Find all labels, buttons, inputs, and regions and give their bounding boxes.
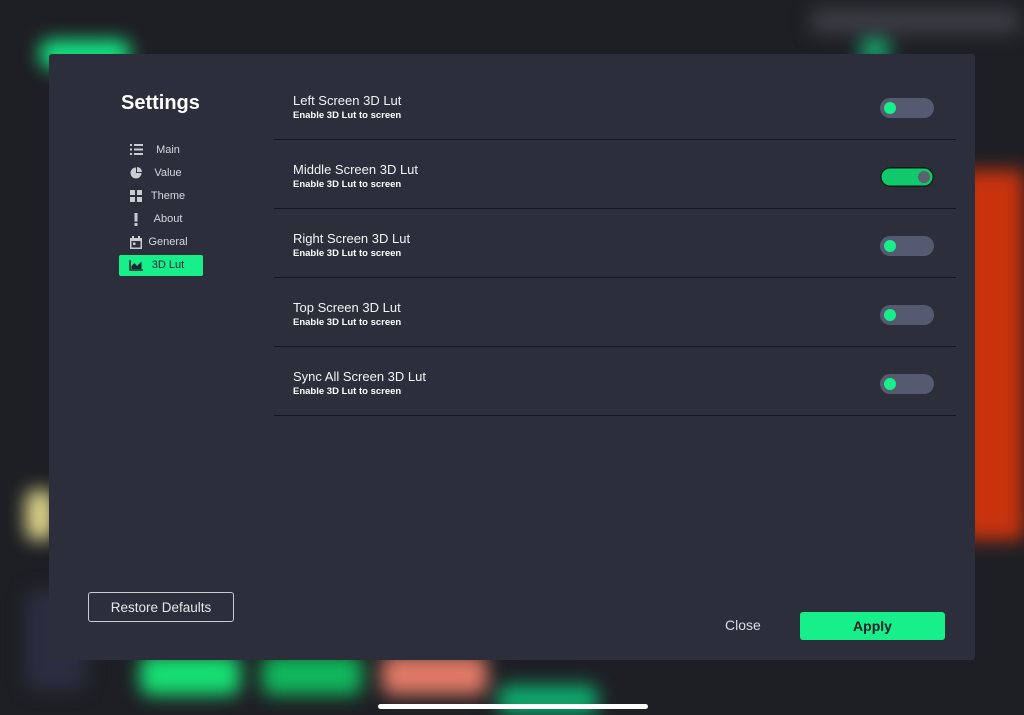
- calendar-icon: [129, 235, 143, 249]
- nav-item-label: 3D Lut: [151, 259, 185, 272]
- nav-item-label: About: [153, 213, 183, 226]
- toggle-knob: [884, 102, 896, 114]
- toggle-knob: [884, 378, 896, 390]
- toggle-knob: [884, 240, 896, 252]
- setting-subtitle: Enable 3D Lut to screen: [293, 317, 402, 328]
- setting-subtitle: Enable 3D Lut to screen: [293, 179, 402, 190]
- nav-item-general[interactable]: General: [119, 232, 203, 253]
- list-icon: [129, 143, 143, 157]
- setting-title: Top Screen 3D Lut: [293, 300, 401, 315]
- setting-title: Middle Screen 3D Lut: [293, 162, 419, 177]
- setting-title: Right Screen 3D Lut: [293, 231, 411, 246]
- pie-chart-icon: [129, 166, 143, 180]
- setting-row-sync-all: Sync All Screen 3D Lut Enable 3D Lut to …: [274, 347, 956, 416]
- home-indicator[interactable]: [378, 704, 648, 709]
- nav-item-value[interactable]: Value: [119, 162, 203, 183]
- nav-item-label: General: [148, 236, 188, 249]
- nav-item-label: Value: [154, 166, 182, 179]
- lut-settings-list: Left Screen 3D Lut Enable 3D Lut to scre…: [274, 71, 956, 416]
- exclamation-icon: [129, 212, 143, 226]
- setting-title: Sync All Screen 3D Lut: [293, 369, 426, 384]
- grid-icon: [129, 189, 143, 203]
- settings-nav: Main Value Theme About General 3D Lut: [119, 139, 203, 278]
- toggle-knob: [918, 171, 930, 183]
- right-screen-lut-toggle[interactable]: [880, 236, 934, 256]
- setting-row-top-screen: Top Screen 3D Lut Enable 3D Lut to scree…: [274, 278, 956, 347]
- left-screen-lut-toggle[interactable]: [880, 98, 934, 118]
- setting-row-left-screen: Left Screen 3D Lut Enable 3D Lut to scre…: [274, 71, 956, 140]
- sync-all-lut-toggle[interactable]: [880, 374, 934, 394]
- settings-title: Settings: [121, 92, 200, 114]
- nav-item-about[interactable]: About: [119, 209, 203, 230]
- close-button[interactable]: Close: [725, 617, 761, 633]
- nav-item-main[interactable]: Main: [119, 139, 203, 160]
- nav-item-label: Theme: [150, 189, 186, 202]
- settings-dialog: Settings Main Value Theme About General …: [49, 54, 975, 660]
- toggle-knob: [884, 309, 896, 321]
- nav-item-label: Main: [156, 143, 180, 156]
- middle-screen-lut-toggle[interactable]: [880, 167, 934, 187]
- top-screen-lut-toggle[interactable]: [880, 305, 934, 325]
- restore-defaults-button[interactable]: Restore Defaults: [88, 592, 234, 622]
- apply-button[interactable]: Apply: [800, 612, 945, 640]
- nav-item-theme[interactable]: Theme: [119, 185, 203, 206]
- setting-subtitle: Enable 3D Lut to screen: [293, 110, 402, 121]
- area-chart-icon: [129, 258, 143, 272]
- nav-item-3d-lut[interactable]: 3D Lut: [119, 254, 203, 276]
- setting-subtitle: Enable 3D Lut to screen: [293, 248, 402, 259]
- setting-subtitle: Enable 3D Lut to screen: [293, 386, 402, 397]
- setting-row-right-screen: Right Screen 3D Lut Enable 3D Lut to scr…: [274, 209, 956, 278]
- setting-title: Left Screen 3D Lut: [293, 93, 402, 108]
- setting-row-middle-screen: Middle Screen 3D Lut Enable 3D Lut to sc…: [274, 140, 956, 209]
